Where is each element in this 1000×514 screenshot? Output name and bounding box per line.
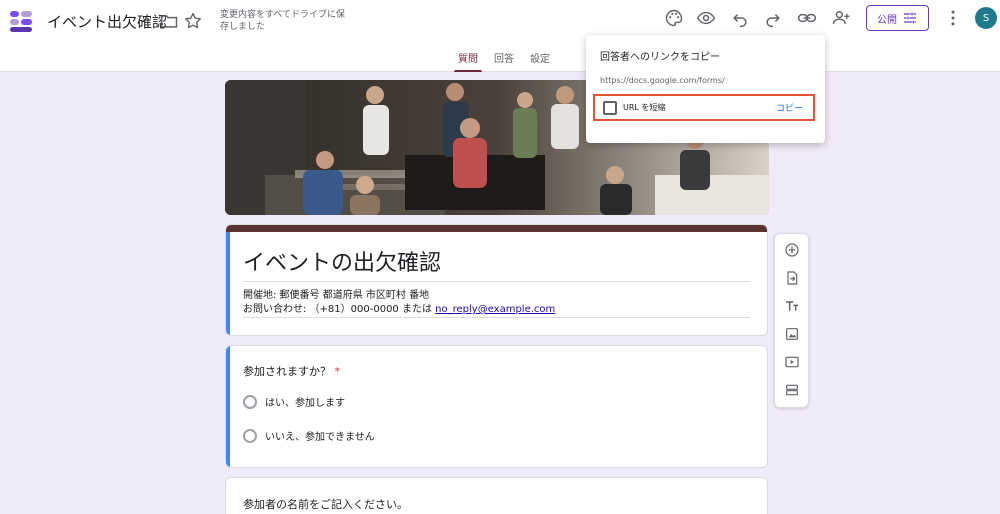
copy-link-popup: 回答者へのリンクをコピー https://docs.google.com/for… bbox=[586, 35, 825, 143]
contact-text: お問い合わせ: （+81）000-0000 または bbox=[243, 304, 436, 315]
floating-toolbar bbox=[774, 233, 809, 408]
description-line-2: お問い合わせ: （+81）000-0000 または no_reply@examp… bbox=[243, 303, 555, 317]
popup-title: 回答者へのリンクをコピー bbox=[600, 52, 720, 63]
tab-settings[interactable]: 設定 bbox=[522, 50, 558, 70]
selection-indicator bbox=[226, 232, 230, 335]
tab-bar: 質問 回答 設定 bbox=[450, 50, 558, 72]
form-url[interactable]: https://docs.google.com/forms/ bbox=[600, 76, 725, 85]
add-question-icon[interactable] bbox=[783, 241, 801, 259]
publish-button-label: 公開 bbox=[877, 14, 897, 26]
undo-icon[interactable] bbox=[729, 7, 751, 29]
tab-questions[interactable]: 質問 bbox=[450, 50, 486, 72]
question-title-text: 参加されますか？ bbox=[243, 365, 331, 378]
selection-indicator bbox=[226, 346, 230, 467]
add-image-icon[interactable] bbox=[783, 325, 801, 343]
question-card[interactable]: 参加者の名前をご記入ください。 bbox=[225, 477, 768, 514]
link-icon[interactable] bbox=[796, 7, 818, 29]
contact-email-link[interactable]: no_reply@example.com bbox=[435, 304, 555, 315]
shorten-url-checkbox[interactable] bbox=[603, 101, 617, 115]
divider bbox=[243, 281, 750, 282]
more-vert-icon[interactable] bbox=[942, 7, 964, 29]
add-title-icon[interactable] bbox=[783, 297, 801, 315]
form-description[interactable]: 開催地: 郵便番号 都道府県 市区町村 番地 お問い合わせ: （+81）000-… bbox=[243, 289, 555, 317]
description-line-1: 開催地: 郵便番号 都道府県 市区町村 番地 bbox=[243, 290, 430, 301]
theme-strip bbox=[226, 225, 767, 232]
preview-icon[interactable] bbox=[695, 7, 717, 29]
question-title: 参加されますか？ * bbox=[243, 363, 340, 379]
radio-button[interactable] bbox=[243, 428, 257, 443]
radio-option[interactable]: いいえ、参加できません bbox=[243, 428, 375, 443]
avatar[interactable]: S bbox=[975, 7, 997, 29]
palette-icon[interactable] bbox=[663, 7, 685, 29]
radio-option[interactable]: はい、参加します bbox=[243, 394, 345, 409]
tab-responses[interactable]: 回答 bbox=[486, 50, 522, 70]
copy-button[interactable]: コピー bbox=[776, 101, 803, 114]
divider bbox=[243, 317, 750, 318]
add-section-icon[interactable] bbox=[783, 381, 801, 399]
add-video-icon[interactable] bbox=[783, 353, 801, 371]
document-title[interactable]: イベント出欠確認 bbox=[47, 11, 167, 32]
top-bar: イベント出欠確認 変更内容をすべてドライブに保存しました 公開 S 質問 回答 … bbox=[0, 0, 1000, 72]
shorten-url-row: URL を短縮 コピー bbox=[593, 94, 815, 121]
question-title: 参加者の名前をご記入ください。 bbox=[243, 498, 408, 511]
import-question-icon[interactable] bbox=[783, 269, 801, 287]
save-status-text: 変更内容をすべてドライブに保存しました bbox=[220, 10, 346, 32]
option-label: いいえ、参加できません bbox=[265, 432, 375, 443]
star-icon[interactable] bbox=[182, 10, 204, 32]
required-mark: * bbox=[334, 365, 341, 378]
add-collaborator-icon[interactable] bbox=[830, 7, 852, 29]
tune-icon bbox=[904, 12, 916, 24]
form-title-card[interactable]: イベントの出欠確認 開催地: 郵便番号 都道府県 市区町村 番地 お問い合わせ:… bbox=[225, 224, 768, 336]
option-label: はい、参加します bbox=[265, 398, 345, 409]
form-title[interactable]: イベントの出欠確認 bbox=[243, 245, 441, 277]
question-card[interactable]: 参加されますか？ * はい、参加します いいえ、参加できません bbox=[225, 345, 768, 468]
forms-logo-icon[interactable] bbox=[8, 8, 34, 34]
shorten-url-label[interactable]: URL を短縮 bbox=[623, 102, 665, 113]
folder-icon[interactable] bbox=[158, 10, 180, 32]
redo-icon[interactable] bbox=[762, 7, 784, 29]
publish-button[interactable]: 公開 bbox=[866, 5, 929, 31]
radio-button[interactable] bbox=[243, 394, 257, 409]
